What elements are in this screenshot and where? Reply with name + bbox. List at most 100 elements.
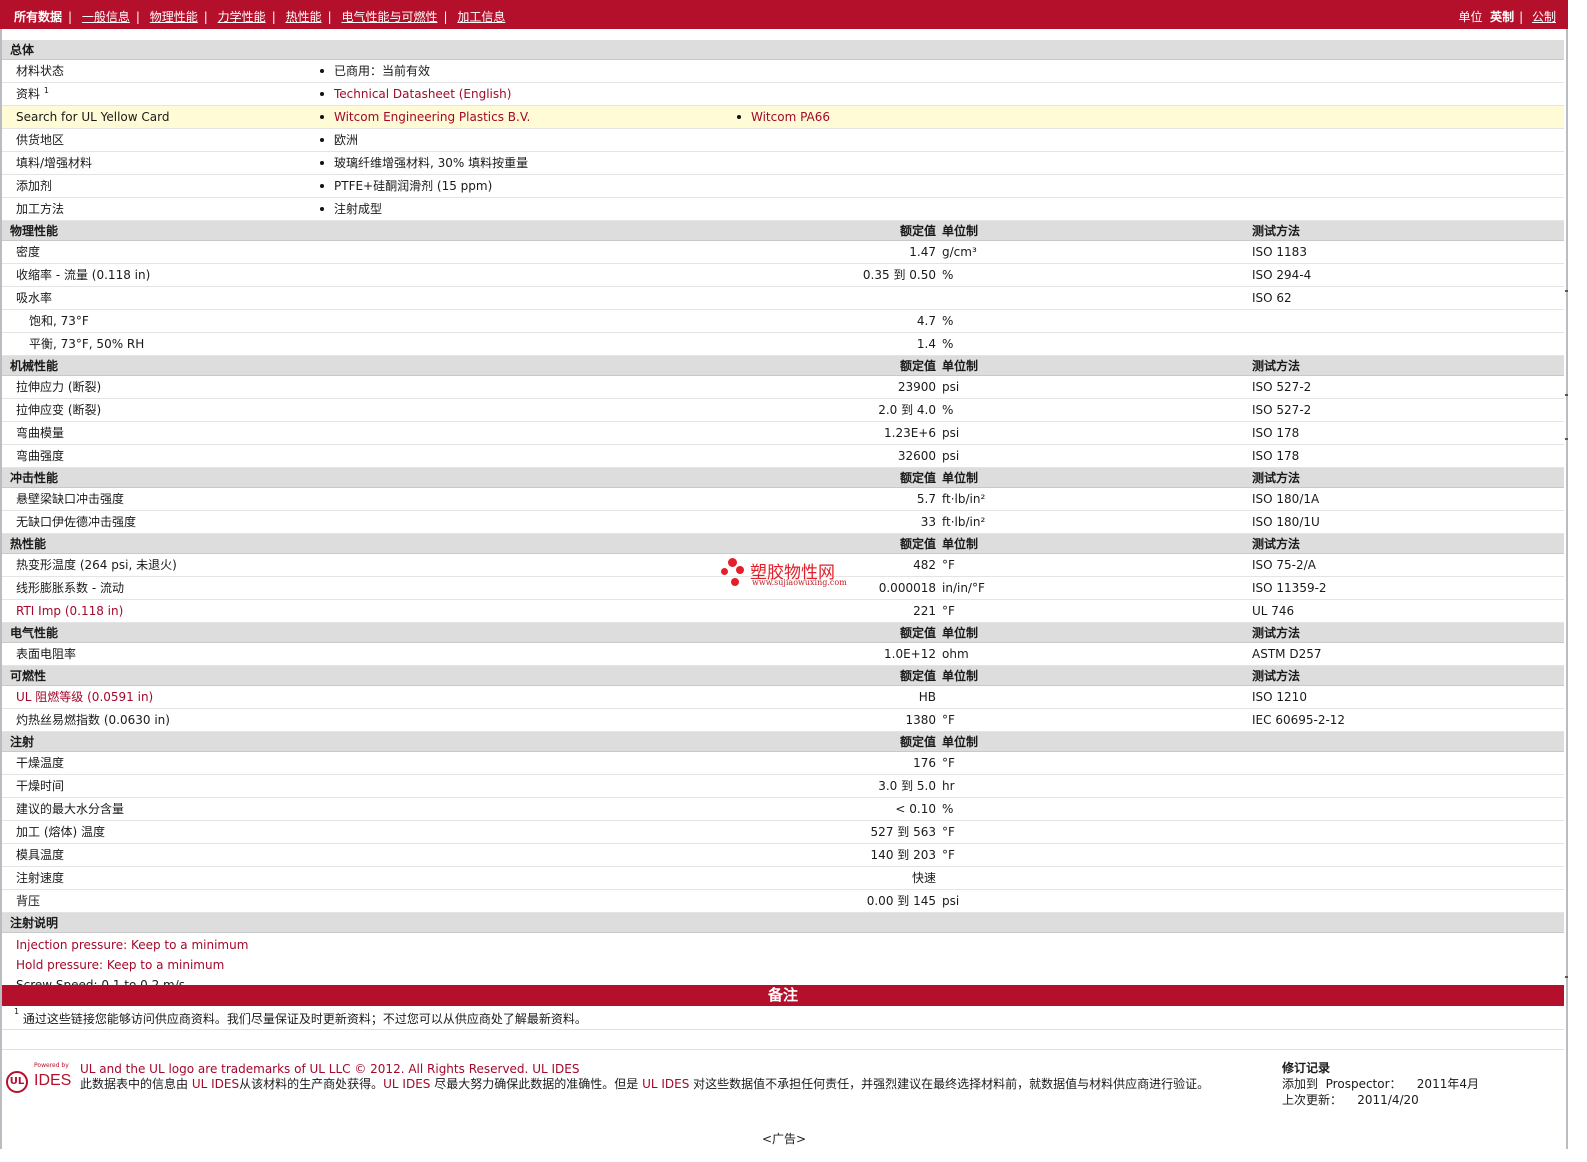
- property-value: 2.0 到 4.0: [878, 403, 936, 417]
- unit-metric-link[interactable]: 公制: [1532, 10, 1556, 24]
- section-title: 注射: [10, 735, 35, 749]
- test-method: ASTM D257: [1252, 647, 1322, 661]
- property-unit: in/in/°F: [942, 581, 985, 595]
- col-nominal: 额定值: [899, 626, 936, 640]
- tab-all-data[interactable]: 所有数据: [14, 10, 62, 24]
- property-name: 饱和, 73°F: [29, 314, 89, 328]
- bullet-value: 已商用：当前有效: [320, 60, 430, 82]
- property-name: 拉伸应力 (断裂): [16, 380, 102, 394]
- watermark-logo: 塑胶物性网 www.sujiaowuxing.com: [720, 556, 860, 590]
- property-name: 模具温度: [16, 848, 65, 862]
- footer-disclaimer: UL and the UL logo are trademarks of UL …: [80, 1062, 1265, 1092]
- property-name: 密度: [16, 245, 41, 259]
- ul-ides-text: UL IDES: [642, 1077, 690, 1091]
- property-unit: °F: [942, 558, 955, 572]
- table-row: 拉伸应变 (断裂) 2.0 到 4.0 % ISO 527-2: [2, 399, 1564, 422]
- col-nominal: 额定值: [899, 669, 936, 683]
- col-unit: 单位制: [942, 471, 979, 485]
- property-unit: g/cm³: [942, 245, 977, 259]
- tab-mechanical[interactable]: 力学性能: [218, 10, 266, 24]
- section-header-impact: 冲击性能 额定值 单位制 测试方法: [2, 468, 1564, 488]
- property-name: 资料 1: [16, 86, 49, 101]
- property-unit: %: [942, 314, 954, 328]
- added-label: 添加到: [1282, 1077, 1319, 1091]
- table-row: 悬壁梁缺口冲击强度 5.7 ft·lb/in² ISO 180/1A: [2, 488, 1564, 511]
- table-row: 建议的最大水分含量 < 0.10 %: [2, 798, 1564, 821]
- tab-thermal[interactable]: 热性能: [286, 10, 322, 24]
- watermark-dot: [736, 566, 744, 574]
- top-nav-bar: 所有数据 | 一般信息 | 物理性能 | 力学性能 | 热性能 | 电气性能与可燃性 | 加…: [0, 0, 1568, 29]
- table-row: 弯曲强度 32600 psi ISO 178: [2, 445, 1564, 468]
- units-label: 单位: [1458, 10, 1483, 24]
- table-row: 吸水率 ISO 62: [2, 287, 1564, 310]
- table-row: 无缺口伊佐德冲击强度 33 ft·lb/in² ISO 180/1U: [2, 511, 1564, 534]
- property-condition: (0.118 in): [91, 268, 151, 282]
- divider: [2, 1049, 1564, 1050]
- watermark-dot: [721, 568, 728, 575]
- property-unit: %: [942, 337, 954, 351]
- property-value: 23900: [897, 380, 936, 394]
- ul-flame-rating-link[interactable]: UL 阻燃等级 (0.0591 in): [16, 686, 153, 708]
- unit-switcher: 单位 英制 | 公制: [1458, 10, 1556, 24]
- property-name: 干燥时间: [16, 779, 65, 793]
- property-name: 弯曲强度: [16, 449, 65, 463]
- col-unit: 单位制: [942, 359, 979, 373]
- property-value: 1380: [905, 713, 936, 727]
- col-test: 测试方法: [1252, 224, 1301, 238]
- rti-link[interactable]: RTI Imp (0.118 in): [16, 600, 123, 622]
- ul-ides-link[interactable]: UL IDES: [532, 1062, 579, 1076]
- scrollbar[interactable]: [1566, 29, 1568, 1149]
- section-title: 物理性能: [10, 224, 59, 238]
- ides-logo[interactable]: UL Powered by IDES: [6, 1062, 72, 1098]
- divider: [2, 1029, 1564, 1030]
- product-link[interactable]: Witcom PA66: [751, 110, 830, 124]
- property-name: 建议的最大水分含量: [16, 802, 125, 816]
- scrollbar-tick: [1565, 438, 1568, 440]
- table-row: 注射速度 快速: [2, 867, 1564, 890]
- col-unit: 单位制: [942, 626, 979, 640]
- property-name: 注射速度: [16, 871, 65, 885]
- col-test: 测试方法: [1252, 359, 1301, 373]
- note-line: Injection pressure: Keep to a minimum: [16, 938, 249, 952]
- ad-placeholder[interactable]: <广告>: [0, 1130, 1568, 1147]
- bullet-value: 欧洲: [320, 129, 358, 151]
- property-name: 悬壁梁缺口冲击强度: [16, 492, 125, 506]
- updated-label: 上次更新：: [1282, 1093, 1343, 1107]
- tab-electrical-flammability[interactable]: 电气性能与可燃性: [341, 10, 437, 24]
- col-test: 测试方法: [1252, 537, 1301, 551]
- section-title: 总体: [10, 43, 35, 57]
- test-method: IEC 60695-2-12: [1252, 713, 1346, 727]
- property-value: 1.0E+12: [884, 647, 936, 661]
- supplier-link[interactable]: Witcom Engineering Plastics B.V.: [334, 110, 530, 124]
- property-unit: °F: [942, 848, 955, 862]
- added-where: Prospector：: [1325, 1077, 1402, 1091]
- property-name: 干燥温度: [16, 756, 65, 770]
- watermark-url: www.sujiaowuxing.com: [752, 578, 847, 587]
- table-row: 灼热丝易燃指数 (0.0630 in) 1380 °F IEC 60695-2-…: [2, 709, 1564, 732]
- property-name: 材料状态: [16, 64, 65, 78]
- ul-ides-text: UL IDES: [191, 1077, 240, 1091]
- bullet-value: 注射成型: [320, 198, 382, 220]
- bullet-value: 玻璃纤维增强材料, 30% 填料按重量: [320, 152, 528, 174]
- test-method: ISO 527-2: [1252, 403, 1312, 417]
- col-nominal: 额定值: [899, 735, 936, 749]
- data-tabs: 所有数据 | 一般信息 | 物理性能 | 力学性能 | 热性能 | 电气性能与可燃性 | 加…: [14, 10, 506, 24]
- table-row: 材料状态 已商用：当前有效: [2, 60, 1564, 83]
- table-row: 资料 1 Technical Datasheet (English): [2, 83, 1564, 106]
- col-test: 测试方法: [1252, 669, 1301, 683]
- table-row: 弯曲模量 1.23E+6 psi ISO 178: [2, 422, 1564, 445]
- property-unit: °F: [942, 604, 955, 618]
- section-header-injection: 注射 额定值 单位制: [2, 732, 1564, 752]
- tab-general-info[interactable]: 一般信息: [82, 10, 130, 24]
- remarks-header: 备注: [2, 985, 1564, 1006]
- property-name: 拉伸应变 (断裂): [16, 403, 102, 417]
- datasheet-link[interactable]: Technical Datasheet (English): [334, 87, 511, 101]
- tab-processing[interactable]: 加工信息: [457, 10, 505, 24]
- added-date: 2011年4月: [1416, 1077, 1479, 1091]
- tab-physical[interactable]: 物理性能: [150, 10, 198, 24]
- watermark-dot: [731, 578, 739, 586]
- property-unit: %: [942, 268, 954, 282]
- property-value: 4.7: [916, 314, 936, 328]
- property-unit: °F: [942, 713, 955, 727]
- table-row: UL 阻燃等级 (0.0591 in) HB ISO 1210: [2, 686, 1564, 709]
